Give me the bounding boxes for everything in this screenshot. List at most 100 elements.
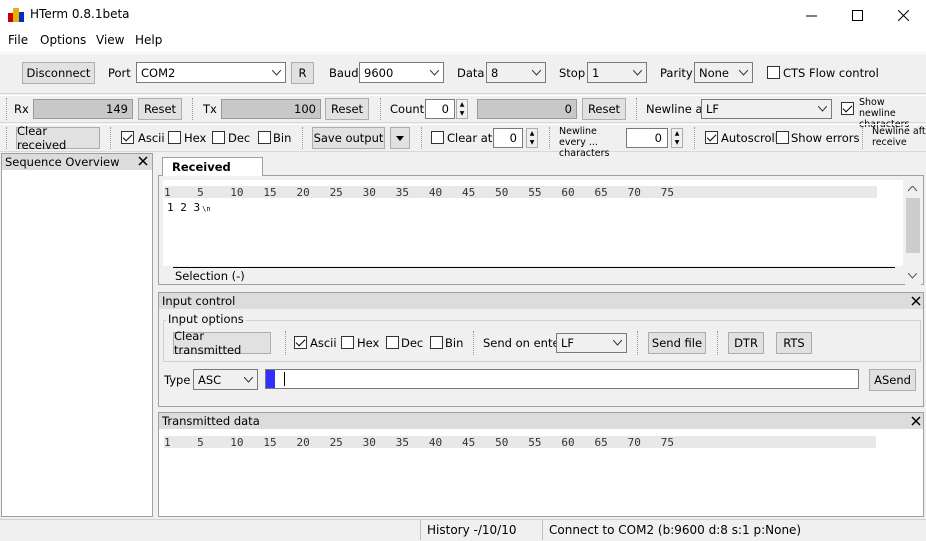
close-icon[interactable] [138,156,148,166]
close-icon[interactable] [911,296,921,306]
autoscroll-checkbox[interactable] [705,131,718,144]
show-newline-checkbox[interactable] [841,102,854,115]
send-on-enter-select[interactable]: LF [556,333,627,353]
rx-bin-checkbox[interactable] [258,131,271,144]
send-on-enter-value: LF [561,336,575,350]
count-input[interactable]: 0 [425,99,455,119]
menu-file[interactable]: File [8,33,28,47]
save-output-dropdown[interactable] [390,127,410,149]
port-select[interactable]: COM2 [136,62,286,83]
baud-label: Baud [329,66,359,80]
menu-help[interactable]: Help [135,33,162,47]
newline-every-spinner[interactable]: ▲ ▼ [671,128,683,148]
dtr-button[interactable]: DTR [728,332,764,354]
scroll-down-icon[interactable] [908,273,917,279]
rts-button[interactable]: RTS [776,332,812,354]
separator [380,98,381,120]
clear-transmitted-button[interactable]: Clear transmitted [173,329,271,357]
tab-strip [158,157,924,176]
clear-at-spinner[interactable]: ▲ ▼ [526,128,538,148]
newline-at-label: Newline at [646,102,708,116]
scroll-up-icon[interactable] [908,186,917,192]
scrollbar-thumb[interactable] [906,198,920,253]
tx-label: Tx [203,102,217,116]
send-on-enter-label: Send on enter [483,336,565,350]
cts-flow-checkbox[interactable] [767,66,780,79]
newline-every-input[interactable]: 0 [626,128,668,148]
stop-bits-select[interactable]: 1 [587,62,647,83]
save-output-button[interactable]: Save output [312,127,385,149]
show-errors-label: Show errors [791,131,860,145]
chevron-down-icon [633,69,642,76]
newline-at-value: LF [706,102,720,116]
received-text: 1 2 3 [167,201,201,214]
port-refresh-button[interactable]: R [291,62,314,84]
menu-options[interactable]: Options [40,33,86,47]
separator [473,331,474,355]
spin-down-icon[interactable]: ▼ [457,109,467,118]
spin-up-icon[interactable]: ▲ [527,129,537,138]
tx-dec-checkbox[interactable] [386,336,399,349]
rx-ascii-checkbox[interactable] [121,131,134,144]
input-control-title: Input control [159,293,923,309]
tx-ascii-checkbox[interactable] [294,336,307,349]
tx-ascii-label: Ascii [310,336,337,350]
count-spinner[interactable]: ▲ ▼ [456,99,468,119]
toolbar-grip [6,127,7,149]
tx-bin-checkbox[interactable] [430,336,443,349]
close-icon[interactable] [911,416,921,426]
minimize-button[interactable] [788,0,834,30]
disconnect-button[interactable]: Disconnect [22,62,95,84]
asend-button[interactable]: ASend [869,369,916,391]
chevron-down-icon [244,376,253,383]
clear-received-button[interactable]: Clear received [16,124,100,152]
spin-up-icon[interactable]: ▲ [457,100,467,109]
rx-hex-checkbox[interactable] [168,131,181,144]
chevron-down-icon [272,69,281,76]
menu-view[interactable]: View [96,33,124,47]
type-label: Type [164,373,191,387]
baud-select[interactable]: 9600 [359,62,444,83]
separator [717,331,718,355]
tx-bin-label: Bin [445,336,464,350]
port-value: COM2 [141,65,176,80]
newline-every-label: Newline every ... characters [559,126,610,159]
close-window-button[interactable] [880,0,926,30]
parity-select[interactable]: None [694,62,753,83]
minimize-icon [805,15,817,16]
transmitted-column-ruler: 1 5 10 15 20 25 30 35 40 45 50 55 60 65 … [164,436,876,449]
clear-at-input[interactable]: 0 [493,128,523,148]
count-reset-button[interactable]: Reset [582,98,626,120]
send-file-button[interactable]: Send file [648,332,706,354]
text-caret [284,372,285,386]
clear-at-checkbox[interactable] [431,131,444,144]
selection-divider [173,267,895,268]
tx-hex-checkbox[interactable] [341,336,354,349]
rx-dec-checkbox[interactable] [212,131,225,144]
tab-received-data[interactable]: Received Data [162,157,263,193]
parity-label: Parity [660,66,693,80]
sequence-overview-panel [1,153,153,517]
spin-down-icon[interactable]: ▼ [527,138,537,147]
maximize-button[interactable] [834,0,880,30]
received-content: 1 2 3 \n [167,201,211,214]
separator [542,520,543,540]
chevron-down-icon [739,69,748,76]
show-errors-checkbox[interactable] [776,131,789,144]
newline-at-select[interactable]: LF [701,99,832,119]
separator [862,127,863,149]
input-type-select[interactable]: ASC [193,369,258,390]
chevron-down-icon [532,69,541,76]
spin-down-icon[interactable]: ▼ [672,138,682,147]
send-input-field[interactable] [265,369,859,389]
tx-counter: 100 [221,99,321,119]
tx-reset-button[interactable]: Reset [325,98,369,120]
toolbar-grip [6,98,7,120]
data-bits-select[interactable]: 8 [486,62,546,83]
rx-reset-button[interactable]: Reset [138,98,182,120]
connection-status: Connect to COM2 (b:9600 d:8 s:1 p:None) [549,523,802,537]
rx-bin-label: Bin [273,131,292,145]
hterm-app-icon [8,8,24,22]
newline-after-pause-label: Newline after receive pause [872,126,926,150]
spin-up-icon[interactable]: ▲ [672,129,682,138]
